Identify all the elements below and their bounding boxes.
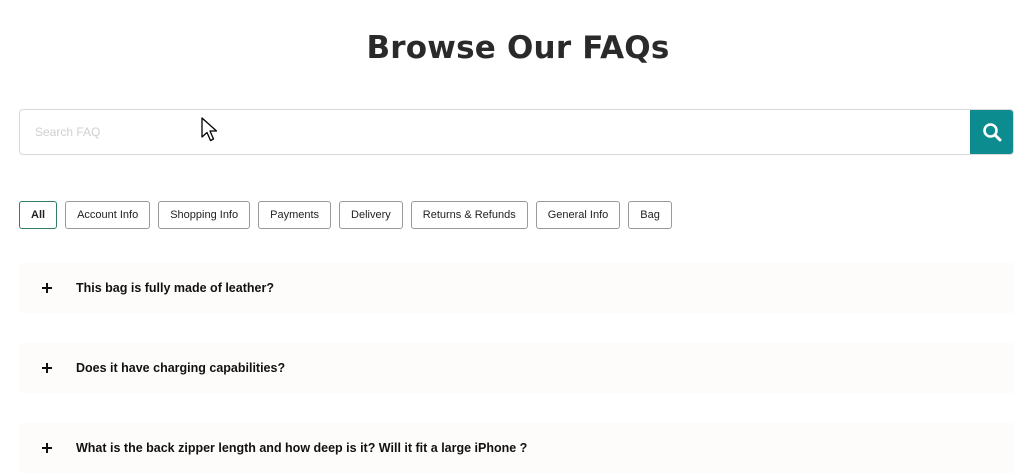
faq-question: What is the back zipper length and how d… xyxy=(76,441,528,455)
search-icon xyxy=(982,123,1001,142)
faq-item[interactable]: Does it have charging capabilities? xyxy=(19,343,1014,393)
plus-icon xyxy=(42,442,54,454)
tab-account-info[interactable]: Account Info xyxy=(65,201,151,229)
faq-page: Browse Our FAQs All Account Info Shoppin… xyxy=(0,0,1036,476)
faq-item[interactable]: This bag is fully made of leather? xyxy=(19,263,1014,313)
search-button[interactable] xyxy=(970,110,1013,154)
search-input[interactable] xyxy=(20,110,970,154)
page-title: Browse Our FAQs xyxy=(366,30,670,66)
tab-delivery[interactable]: Delivery xyxy=(339,201,403,229)
tab-shopping-info[interactable]: Shopping Info xyxy=(158,201,251,229)
faq-question: This bag is fully made of leather? xyxy=(76,281,274,295)
search-bar xyxy=(19,109,1014,155)
tab-payments[interactable]: Payments xyxy=(258,201,332,229)
plus-icon xyxy=(42,282,54,294)
category-tabs: All Account Info Shopping Info Payments … xyxy=(19,201,672,229)
tab-all[interactable]: All xyxy=(19,201,58,229)
mouse-cursor-icon xyxy=(201,117,218,142)
tab-general-info[interactable]: General Info xyxy=(535,201,621,229)
plus-icon xyxy=(42,362,54,374)
faq-question: Does it have charging capabilities? xyxy=(76,361,286,375)
tab-returns-refunds[interactable]: Returns & Refunds xyxy=(410,201,528,229)
faq-item[interactable]: What is the back zipper length and how d… xyxy=(19,423,1014,473)
tab-bag[interactable]: Bag xyxy=(628,201,672,229)
